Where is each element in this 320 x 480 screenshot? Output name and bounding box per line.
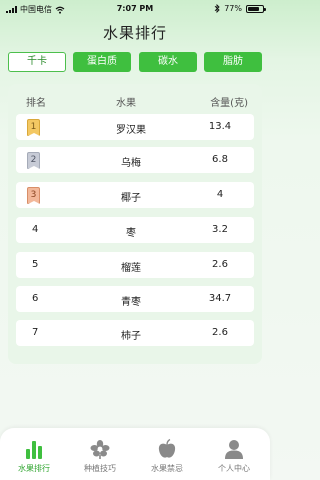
person-icon	[225, 440, 243, 459]
table-row[interactable]: 7 柿子 2.6	[16, 320, 254, 346]
tab-fruit-taboos[interactable]: 水果禁忌	[137, 438, 197, 474]
bluetooth-icon	[214, 4, 220, 13]
fruit-amount: 3.2	[212, 224, 228, 235]
table-row[interactable]: 3 椰子 4	[16, 182, 254, 208]
tab-label: 水果禁忌	[151, 464, 183, 473]
bar-chart-icon	[26, 441, 42, 459]
category-tabs: 千卡 蛋白质 碳水 脂肪	[8, 52, 264, 72]
status-right: 77%	[214, 4, 266, 13]
tab-label: 个人中心	[218, 464, 250, 473]
tab-kcal[interactable]: 千卡	[8, 52, 66, 72]
status-bar: 中国电信 7:07 PM 77%	[0, 0, 270, 18]
tab-fruit-ranking[interactable]: 水果排行	[4, 438, 64, 474]
fruit-amount: 4	[216, 189, 224, 200]
header-content: 含量(克)	[210, 98, 248, 109]
table-row[interactable]: 2 乌梅 6.8	[16, 147, 254, 173]
fruit-amount: 34.7	[208, 293, 232, 304]
battery-icon	[246, 4, 266, 13]
table-row[interactable]: 6 青枣 34.7	[16, 286, 254, 312]
battery-percent: 77%	[224, 4, 242, 13]
table-row[interactable]: 1 罗汉果 13.4	[16, 114, 254, 140]
tab-label: 种植技巧	[84, 464, 116, 473]
tab-label: 水果排行	[18, 464, 50, 473]
fruit-amount: 6.8	[212, 154, 228, 165]
tab-planting-tips[interactable]: 种植技巧	[70, 438, 130, 474]
header-fruit: 水果	[116, 98, 136, 109]
tab-personal-center[interactable]: 个人中心	[204, 438, 264, 474]
page-title: 水果排行	[102, 24, 167, 42]
fruit-amount: 2.6	[212, 327, 228, 338]
fruit-amount: 2.6	[212, 259, 228, 270]
apple-icon	[158, 438, 176, 458]
table-row[interactable]: 4 枣 3.2	[16, 217, 254, 243]
flower-icon	[90, 440, 110, 459]
tab-protein[interactable]: 蛋白质	[73, 52, 131, 72]
tab-fat[interactable]: 脂肪	[204, 52, 262, 72]
fruit-amount: 13.4	[208, 121, 232, 132]
bottom-tab-bar: 水果排行 种植技巧 水果禁忌 个人中心	[0, 428, 270, 480]
list-header: 排名 水果 含量(克)	[8, 88, 262, 110]
tab-carbs[interactable]: 碳水	[139, 52, 197, 72]
battery-fill	[248, 6, 259, 11]
table-row[interactable]: 5 榴莲 2.6	[16, 252, 254, 278]
